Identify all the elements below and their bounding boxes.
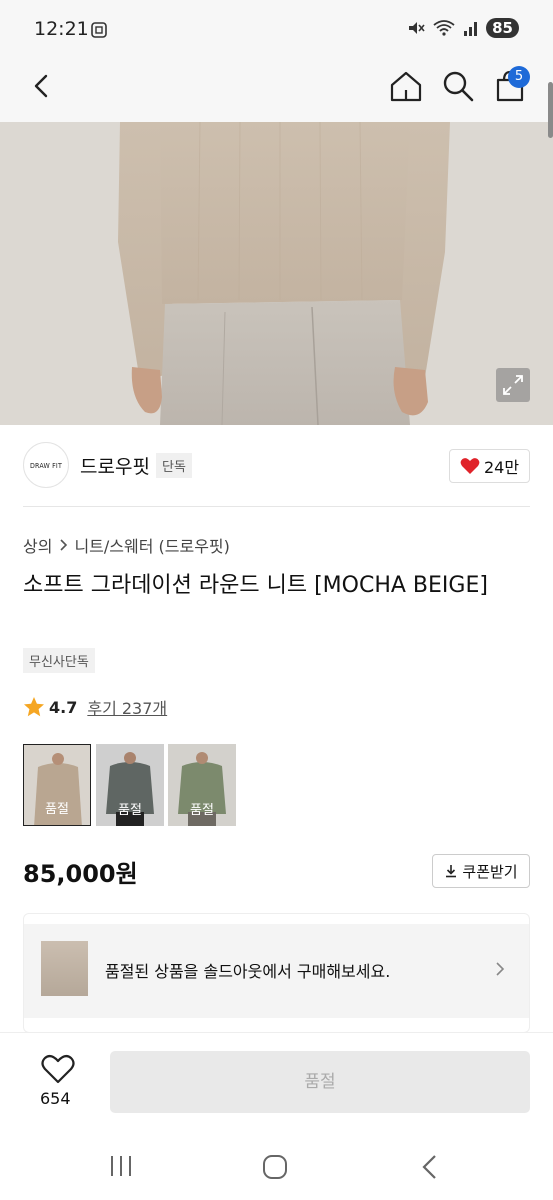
download-icon — [446, 865, 457, 878]
product-title: 소프트 그라데이션 라운드 니트 [MOCHA BEIGE] — [23, 573, 488, 598]
color-option-status: 품절 — [190, 803, 214, 818]
rating-value: 4.7 — [49, 697, 78, 717]
wishlist-count: 654 — [40, 1089, 71, 1108]
breadcrumb: 상의 니트/스웨터 (드로우핏) — [23, 533, 230, 557]
recent-apps-icon[interactable] — [108, 1154, 134, 1178]
musinsa-exclusive-tag: 무신사단독 — [23, 648, 95, 673]
heart-icon[interactable] — [40, 1053, 76, 1085]
brand-like-button[interactable]: 24만 — [449, 449, 530, 483]
system-navigation-bar — [0, 1132, 553, 1200]
back-nav-icon[interactable] — [420, 1154, 440, 1180]
battery-level: 85 — [486, 18, 519, 38]
soldout-banner[interactable]: 품절된 상품을 솔드아웃에서 구매해보세요. — [23, 913, 530, 1033]
rating-row: 4.7 후기 237개 — [23, 695, 167, 719]
status-bar: 12:21 85 — [0, 0, 553, 60]
expand-icon — [503, 375, 523, 395]
brand-name[interactable]: 드로우핏 — [80, 452, 150, 479]
product-price: 85,000원 — [23, 860, 138, 888]
soldout-product-thumbnail — [41, 941, 88, 996]
divider — [23, 506, 530, 507]
heart-filled-icon — [460, 458, 480, 474]
chevron-right-icon — [496, 962, 505, 976]
coupon-label: 쿠폰받기 — [462, 862, 518, 881]
wifi-icon — [433, 20, 455, 36]
soldout-banner-body: 품절된 상품을 솔드아웃에서 구매해보세요. — [24, 924, 529, 1018]
mute-icon — [409, 22, 425, 34]
cart-count-badge: 5 — [508, 66, 530, 88]
bottom-action-bar: 654 품절 — [0, 1032, 553, 1132]
status-indicators: 85 — [406, 18, 519, 38]
brand-like-count: 24만 — [483, 458, 520, 477]
brand-logo[interactable]: DRAW FIT — [23, 442, 69, 488]
color-option-status: 품절 — [118, 803, 142, 818]
status-time: 12:21 — [34, 18, 89, 40]
product-image[interactable] — [0, 122, 553, 425]
star-icon — [24, 697, 44, 717]
buy-button-soldout[interactable]: 품절 — [110, 1051, 530, 1113]
home-icon[interactable] — [388, 68, 424, 104]
signal-icon — [464, 22, 478, 36]
scrollbar-thumb[interactable] — [548, 82, 553, 138]
screenshot-icon — [91, 22, 107, 38]
back-icon[interactable] — [26, 70, 58, 102]
coupon-download-button[interactable]: 쿠폰받기 — [432, 854, 530, 888]
soldout-banner-text: 품절된 상품을 솔드아웃에서 구매해보세요. — [105, 962, 391, 981]
chevron-right-icon — [60, 539, 68, 551]
model-illustration — [0, 122, 553, 425]
top-nav: 5 — [0, 60, 553, 122]
breadcrumb-subcategory[interactable]: 니트/스웨터 (드로우핏) — [74, 533, 229, 557]
search-icon[interactable] — [440, 68, 476, 104]
color-option-khaki[interactable]: 품절 — [168, 744, 236, 826]
expand-image-button[interactable] — [496, 368, 530, 402]
color-option-charcoal[interactable]: 품절 — [96, 744, 164, 826]
brand-exclusive-badge: 단독 — [156, 453, 192, 478]
color-option-mocha[interactable]: 품절 — [23, 744, 91, 826]
color-option-status: 품절 — [45, 802, 69, 817]
home-button-icon[interactable] — [262, 1154, 288, 1180]
review-count-link[interactable]: 후기 237개 — [87, 695, 167, 719]
breadcrumb-category[interactable]: 상의 — [23, 533, 52, 557]
